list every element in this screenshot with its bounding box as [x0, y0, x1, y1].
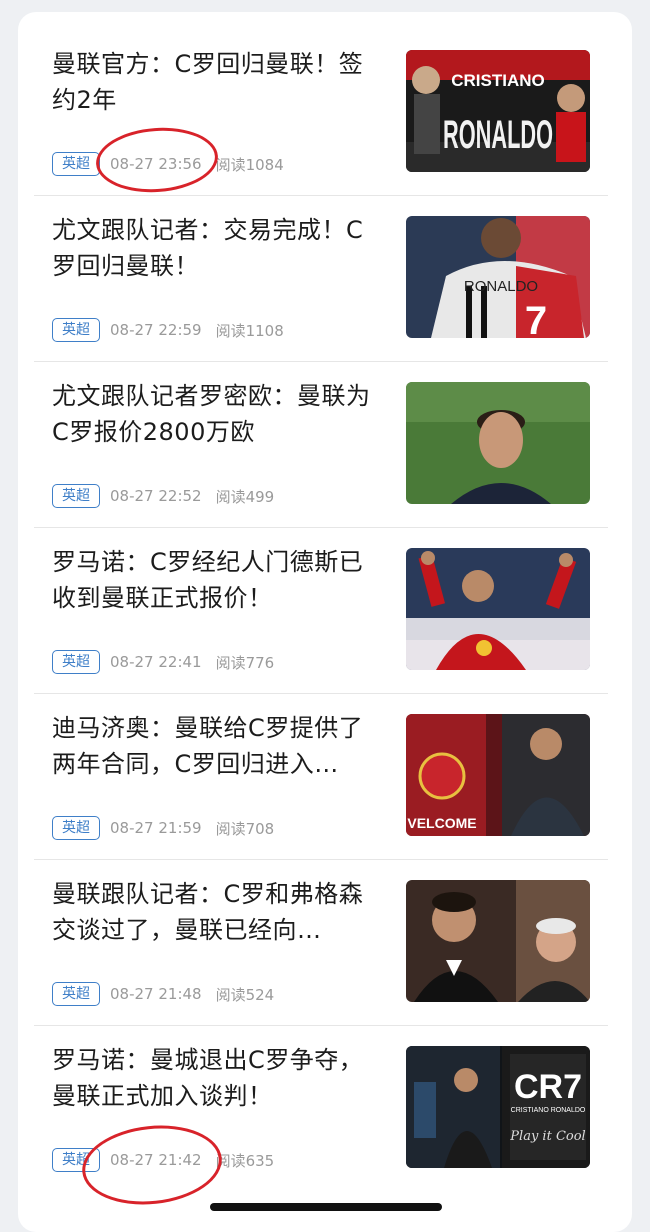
- article-item[interactable]: 罗马诺：曼城退出C罗争夺，曼联正式加入谈判！ 英超 08-27 21:42 阅读…: [34, 1026, 608, 1192]
- read-count: 阅读708: [215, 819, 275, 838]
- category-tag[interactable]: 英超: [52, 318, 100, 342]
- article-title[interactable]: 罗马诺：曼城退出C罗争夺，曼联正式加入谈判！: [52, 1042, 382, 1114]
- category-tag[interactable]: 英超: [52, 982, 100, 1006]
- category-tag[interactable]: 英超: [52, 152, 100, 176]
- publish-time: 08-27 21:42: [110, 1151, 202, 1169]
- article-meta: 英超 08-27 22:52 阅读499: [52, 482, 274, 510]
- category-tag[interactable]: 英超: [52, 650, 100, 674]
- article-item[interactable]: 尤文跟队记者罗密欧：曼联为C罗报价2800万欧 英超 08-27 22:52 阅…: [34, 362, 608, 528]
- article-meta: 英超 08-27 23:56 阅读1084: [52, 150, 284, 178]
- article-thumbnail[interactable]: [406, 548, 590, 670]
- article-item[interactable]: 迪马济奥：曼联给C罗提供了两年合同，C罗回归进入… 英超 08-27 21:59…: [34, 694, 608, 860]
- publish-time: 08-27 21:59: [110, 819, 202, 837]
- article-title[interactable]: 尤文跟队记者：交易完成！C罗回归曼联！: [52, 212, 382, 284]
- jersey-number: 7: [525, 299, 547, 338]
- publish-time: 08-27 22:59: [110, 321, 202, 339]
- article-title[interactable]: 尤文跟队记者罗密欧：曼联为C罗报价2800万欧: [52, 378, 382, 450]
- article-meta: 英超 08-27 21:48 阅读524: [52, 980, 274, 1008]
- home-indicator[interactable]: [210, 1203, 442, 1211]
- article-meta: 英超 08-27 21:42 阅读635: [52, 1146, 274, 1174]
- jersey-name: RONALDO: [464, 278, 538, 295]
- publish-time: 08-27 22:52: [110, 487, 202, 505]
- article-thumbnail[interactable]: [406, 382, 590, 504]
- category-tag[interactable]: 英超: [52, 1148, 100, 1172]
- read-count: 阅读635: [215, 1151, 275, 1170]
- article-thumbnail[interactable]: CRISTIANO RONALDO: [406, 50, 590, 172]
- category-tag[interactable]: 英超: [52, 816, 100, 840]
- article-meta: 英超 08-27 22:41 阅读776: [52, 648, 274, 676]
- publish-time: 08-27 23:56: [110, 155, 202, 173]
- article-title[interactable]: 曼联跟队记者：C罗和弗格森交谈过了，曼联已经向…: [52, 876, 382, 948]
- article-title[interactable]: 曼联官方：C罗回归曼联！签约2年: [52, 46, 382, 118]
- publish-time: 08-27 22:41: [110, 653, 202, 671]
- cr7-subtitle: CRISTIANO RONALDO: [511, 1107, 586, 1114]
- article-title[interactable]: 罗马诺：C罗经纪人门德斯已收到曼联正式报价！: [52, 544, 382, 616]
- publish-time: 08-27 21:48: [110, 985, 202, 1003]
- article-thumbnail[interactable]: [406, 880, 590, 1002]
- poster-text-top: CRISTIANO: [451, 71, 545, 90]
- cr7-logo: CR7: [514, 1068, 582, 1106]
- read-count: 阅读499: [215, 487, 275, 506]
- article-title[interactable]: 迪马济奥：曼联给C罗提供了两年合同，C罗回归进入…: [52, 710, 382, 782]
- welcome-sign: VELCOME: [407, 815, 476, 831]
- article-thumbnail[interactable]: CR7 CRISTIANO RONALDO Play it Cool: [406, 1046, 590, 1168]
- article-meta: 英超 08-27 21:59 阅读708: [52, 814, 274, 842]
- poster-text-main: RONALDO: [443, 113, 553, 157]
- read-count: 阅读524: [215, 985, 275, 1004]
- cr7-slogan: Play it Cool: [509, 1129, 585, 1144]
- read-count: 阅读1108: [215, 321, 284, 340]
- article-item[interactable]: 尤文跟队记者：交易完成！C罗回归曼联！ 英超 08-27 22:59 阅读110…: [34, 196, 608, 362]
- article-meta: 英超 08-27 22:59 阅读1108: [52, 316, 284, 344]
- read-count: 阅读1084: [215, 155, 284, 174]
- category-tag[interactable]: 英超: [52, 484, 100, 508]
- article-item[interactable]: 曼联官方：C罗回归曼联！签约2年 英超 08-27 23:56 阅读1084 C…: [34, 30, 608, 196]
- article-item[interactable]: 曼联跟队记者：C罗和弗格森交谈过了，曼联已经向… 英超 08-27 21:48 …: [34, 860, 608, 1026]
- article-thumbnail[interactable]: VELCOME: [406, 714, 590, 836]
- article-item[interactable]: 罗马诺：C罗经纪人门德斯已收到曼联正式报价！ 英超 08-27 22:41 阅读…: [34, 528, 608, 694]
- read-count: 阅读776: [215, 653, 275, 672]
- article-thumbnail[interactable]: RONALDO 7: [406, 216, 590, 338]
